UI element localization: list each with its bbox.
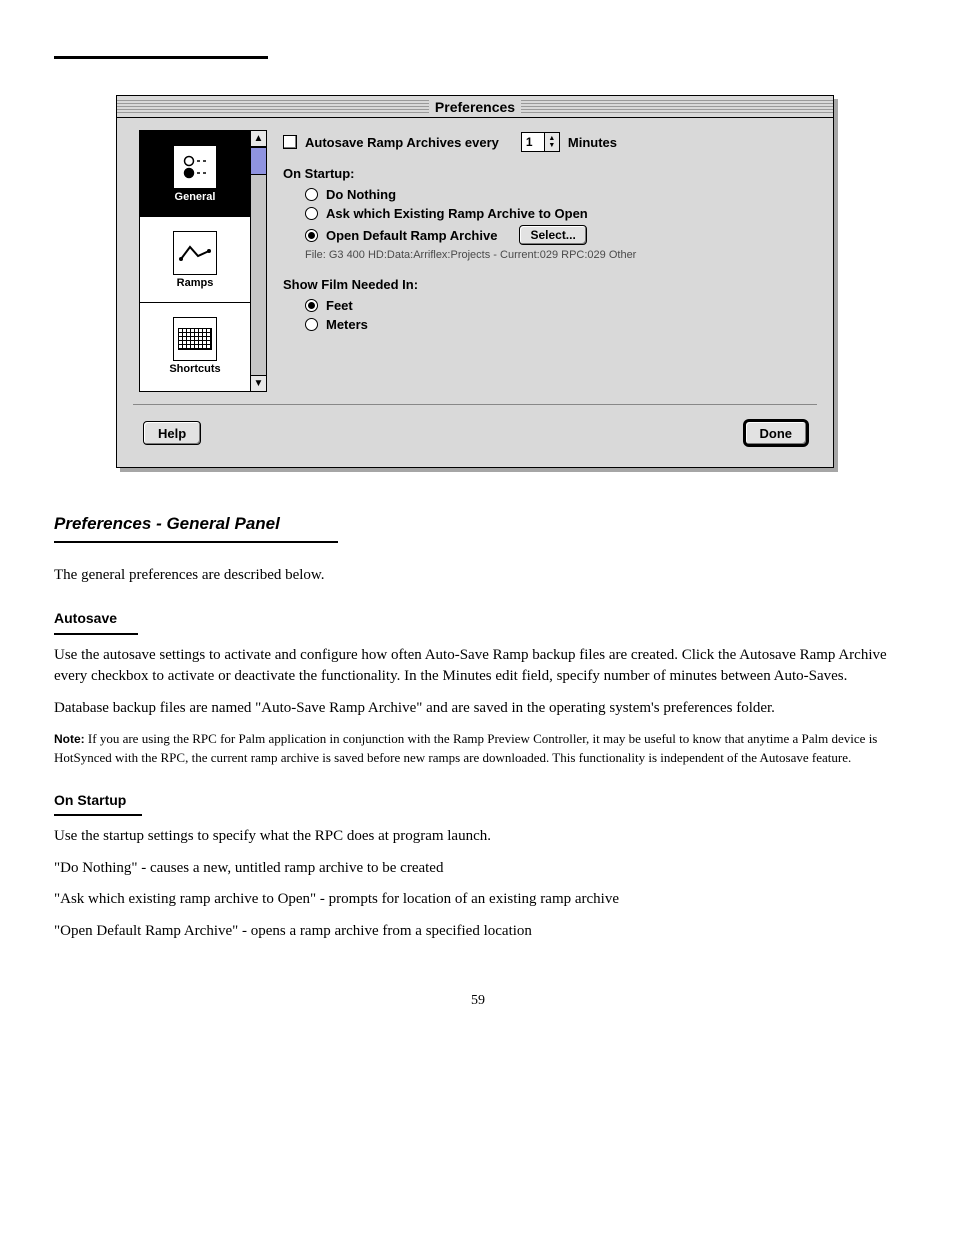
doc-h3-autosave: Autosave [54, 608, 902, 628]
category-list: General Ramps [139, 130, 267, 392]
autosave-label: Autosave Ramp Archives every [305, 135, 499, 150]
doc-autosave-p2: Database backup files are named "Auto-Sa… [54, 698, 902, 720]
note-label: Note: [54, 732, 85, 746]
doc-startup-b2: "Open Default Ramp Archive" - opens a ra… [54, 921, 902, 943]
titlebar-stripes-left [117, 100, 429, 114]
scroll-down-arrow-icon[interactable]: ▼ [251, 375, 266, 391]
radio-icon[interactable] [305, 299, 318, 312]
sidebar-item-label: Ramps [177, 277, 214, 289]
radio-icon[interactable] [305, 207, 318, 220]
preferences-dialog: Preferences [116, 95, 834, 468]
autosave-minutes-value[interactable]: 1 [522, 133, 544, 151]
select-archive-button[interactable]: Select... [519, 225, 586, 245]
scroll-up-arrow-icon[interactable]: ▲ [251, 131, 266, 147]
dialog-separator [133, 404, 817, 405]
film-units-heading: Show Film Needed In: [283, 277, 811, 292]
stepper-arrows-icon[interactable]: ▲▼ [544, 133, 559, 151]
radio-do-nothing[interactable]: Do Nothing [305, 187, 811, 202]
radio-label: Meters [326, 317, 368, 332]
doc-h2: Preferences - General Panel [54, 512, 902, 537]
page-number: 59 [54, 993, 902, 1009]
ramps-icon [173, 231, 217, 275]
section-title-rule [54, 56, 268, 59]
sidebar-scrollbar[interactable]: ▲ ▼ [250, 131, 266, 391]
autosave-unit-label: Minutes [568, 135, 617, 150]
radio-open-default[interactable]: Open Default Ramp Archive Select... [305, 225, 811, 245]
radio-label: Open Default Ramp Archive [326, 228, 497, 243]
doc-startup-p1: Use the startup settings to specify what… [54, 826, 902, 848]
h3-underline [54, 814, 142, 816]
settings-pane: Autosave Ramp Archives every 1 ▲▼ Minute… [283, 130, 811, 392]
note-text: If you are using the RPC for Palm applic… [54, 731, 877, 765]
radio-icon[interactable] [305, 318, 318, 331]
sidebar-item-label: General [175, 191, 216, 203]
h3-underline [54, 633, 138, 635]
dialog-title: Preferences [429, 99, 521, 115]
doc-autosave-note: Note: If you are using the RPC for Palm … [54, 730, 902, 768]
sidebar-item-shortcuts[interactable]: Shortcuts [140, 303, 250, 389]
titlebar-stripes-right [521, 100, 833, 114]
sidebar-item-general[interactable]: General [140, 131, 250, 217]
autosave-checkbox[interactable] [283, 135, 297, 149]
radio-meters[interactable]: Meters [305, 317, 811, 332]
radio-label: Ask which Existing Ramp Archive to Open [326, 206, 588, 221]
radio-label: Do Nothing [326, 187, 396, 202]
radio-label: Feet [326, 298, 353, 313]
sidebar-item-ramps[interactable]: Ramps [140, 217, 250, 303]
autosave-minutes-stepper[interactable]: 1 ▲▼ [521, 132, 560, 152]
help-button[interactable]: Help [143, 421, 201, 445]
doc-startup-b0: "Do Nothing" - causes a new, untitled ra… [54, 858, 902, 880]
default-archive-path: File: G3 400 HD:Data:Arriflex:Projects -… [305, 249, 811, 261]
doc-autosave-p1: Use the autosave settings to activate an… [54, 645, 902, 689]
sidebar-item-label: Shortcuts [169, 363, 220, 375]
doc-intro: The general preferences are described be… [54, 565, 902, 587]
radio-feet[interactable]: Feet [305, 298, 811, 313]
radio-icon[interactable] [305, 229, 318, 242]
scroll-thumb[interactable] [251, 147, 266, 175]
radio-ask-existing[interactable]: Ask which Existing Ramp Archive to Open [305, 206, 811, 221]
keyboard-icon [173, 317, 217, 361]
scroll-track[interactable] [251, 175, 266, 375]
radio-icon[interactable] [305, 188, 318, 201]
done-button[interactable]: Done [745, 421, 808, 445]
h2-underline [54, 541, 338, 543]
on-startup-heading: On Startup: [283, 166, 811, 181]
doc-h3-onstartup: On Startup [54, 790, 902, 810]
doc-startup-b1: "Ask which existing ramp archive to Open… [54, 889, 902, 911]
dialog-titlebar: Preferences [117, 96, 833, 118]
document-body: Preferences - General Panel The general … [54, 512, 902, 943]
general-icon [173, 145, 217, 189]
